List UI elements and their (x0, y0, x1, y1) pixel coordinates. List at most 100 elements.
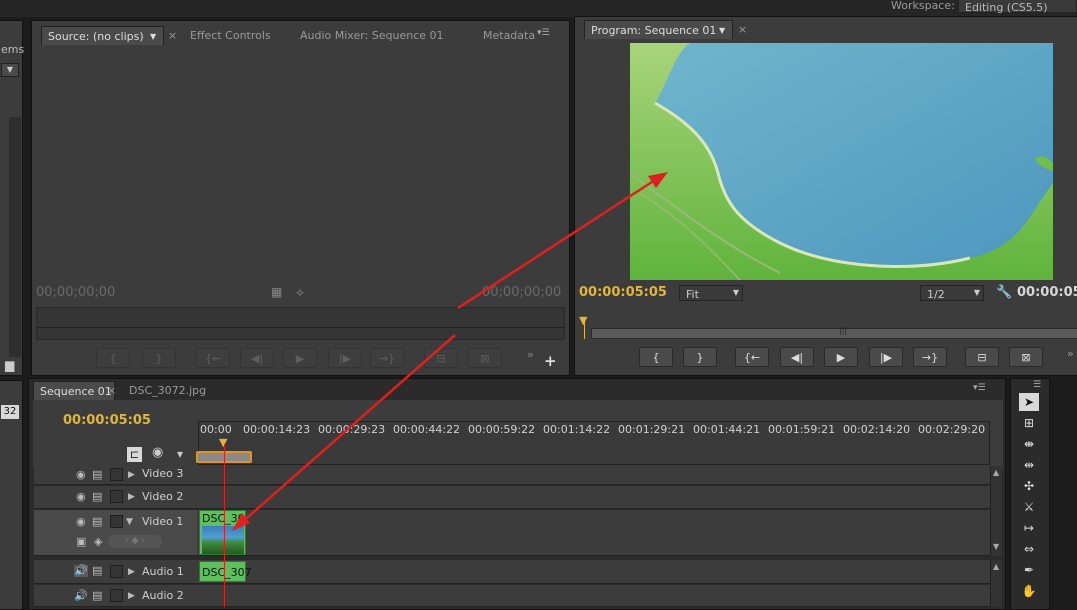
program-tab-dropdown-icon[interactable]: ▼ (719, 21, 725, 40)
program-scrub-bar[interactable] (591, 328, 1077, 339)
timeline-panel-menu-icon[interactable]: ▾☰ (973, 383, 986, 393)
selection-tool-icon[interactable]: ➤ (1019, 393, 1039, 411)
slip-tool-icon[interactable]: ↦ (1019, 519, 1039, 537)
lift-button[interactable]: ⊟ (965, 347, 999, 367)
extract-button[interactable]: ⊠ (1009, 347, 1043, 367)
keyframe-icon[interactable]: ◈ (94, 536, 102, 548)
expand-track-icon[interactable]: ▶ (128, 590, 135, 602)
close-sequence-tab-icon[interactable]: × (107, 384, 116, 397)
more-buttons-icon[interactable]: » (527, 348, 534, 361)
source-timecode-in[interactable]: 00;00;00;00 (36, 285, 115, 301)
tab-sequence-01[interactable]: Sequence 01 (33, 381, 115, 400)
audio-tracks-scrollbar[interactable]: ▲ (990, 560, 1002, 607)
program-mark-out-button[interactable]: } (683, 347, 717, 367)
scroll-up-icon[interactable]: ▲ (993, 562, 999, 571)
go-to-out-button[interactable]: →} (370, 348, 404, 368)
tab-metadata[interactable]: Metadata (477, 26, 535, 45)
workspace-select[interactable]: Editing (CS5.5) (958, 0, 1077, 14)
expand-track-icon[interactable]: ▶ (128, 566, 135, 578)
source-tab-dropdown-icon[interactable]: ▼ (150, 27, 156, 46)
program-video-frame[interactable] (630, 43, 1053, 280)
filmstrip-icon[interactable]: ▤ (92, 491, 102, 503)
speaker-icon[interactable]: 🔊 (74, 590, 88, 602)
close-source-tab-icon[interactable]: × (168, 29, 177, 42)
expand-track-icon[interactable]: ▶ (128, 491, 135, 503)
program-step-forward-button[interactable]: |▶ (869, 347, 903, 367)
timeline-timecode[interactable]: 00:00:05:05 (63, 413, 151, 429)
step-back-button[interactable]: ◀| (240, 348, 274, 368)
lock-toggle[interactable] (110, 515, 123, 528)
program-timecode-duration[interactable]: 00:00:05 (1017, 285, 1077, 301)
source-scrub-bar[interactable] (36, 307, 565, 340)
scrub-grip-icon[interactable]: ||| (839, 326, 847, 335)
project-dropdown[interactable]: ▼ (1, 63, 19, 77)
ripple-edit-tool-icon[interactable]: ⇼ (1019, 435, 1039, 453)
video-tracks-scrollbar[interactable]: ▲ ▼ (990, 466, 1002, 556)
marker-add-icon[interactable]: ◉ (152, 445, 163, 460)
mark-in-button[interactable]: { (96, 348, 130, 368)
lock-toggle[interactable] (110, 565, 123, 578)
resolution-select[interactable]: 1/2 ▼ (920, 285, 984, 301)
fit-select[interactable]: Fit ▼ (679, 285, 743, 301)
expand-track-icon[interactable]: ▶ (128, 469, 135, 481)
keyframe-navigator[interactable]: ‹ ◆ › (108, 535, 162, 548)
film-icon[interactable]: ▦ (271, 285, 282, 299)
filmstrip-icon[interactable]: ▤ (92, 565, 102, 577)
program-play-button[interactable]: ▶ (824, 347, 858, 367)
rolling-edit-tool-icon[interactable]: ⇹ (1019, 456, 1039, 474)
eye-icon[interactable]: ◉ (76, 516, 86, 528)
filmstrip-icon[interactable]: ▤ (92, 516, 102, 528)
tab-audio-mixer[interactable]: Audio Mixer: Sequence 01 (294, 26, 444, 45)
filmstrip-icon[interactable]: ▤ (92, 590, 102, 602)
tab-effect-controls[interactable]: Effect Controls (184, 26, 271, 45)
slide-tool-icon[interactable]: ⇔ (1019, 540, 1039, 558)
set-marker-icon[interactable]: ▾ (177, 447, 183, 461)
track-select-tool-icon[interactable]: ⊞ (1019, 414, 1039, 432)
project-scrollbar[interactable] (9, 117, 21, 357)
tab-effect-controls-label: Effect Controls (190, 29, 271, 42)
eye-icon[interactable]: ◉ (76, 469, 86, 481)
source-timecode-duration[interactable]: 00;00;00;00 (482, 285, 561, 301)
speaker-icon[interactable]: 🔊 (74, 565, 88, 577)
eye-icon[interactable]: ◉ (76, 491, 86, 503)
program-mark-in-button[interactable]: { (639, 347, 673, 367)
program-more-buttons-icon[interactable]: » (1067, 347, 1074, 360)
filmstrip-icon[interactable]: ▤ (92, 469, 102, 481)
play-button[interactable]: ▶ (283, 348, 317, 368)
wrench-icon[interactable]: 🔧 (996, 285, 1012, 300)
track-audio-1: 🔊 ▤ ▶ Audio 1 DSC_307 (34, 560, 994, 584)
tab-source[interactable]: Source: (no clips) ▼ (41, 26, 164, 45)
add-button-icon[interactable]: + (544, 352, 557, 370)
audio-clip[interactable]: DSC_307 (199, 561, 252, 582)
hand-tool-icon[interactable]: ✋ (1019, 582, 1039, 600)
insert-button[interactable]: ⊟ (424, 348, 458, 368)
close-program-tab-icon[interactable]: × (738, 23, 747, 36)
collapse-track-icon[interactable]: ▼ (126, 516, 133, 528)
panel-menu-icon[interactable]: ▾☰ (537, 28, 550, 38)
lock-toggle[interactable] (110, 468, 123, 481)
audio-waveform-icon[interactable]: ⟡ (296, 285, 304, 300)
video-clip[interactable]: DSC_30 (199, 510, 246, 555)
program-go-to-in-button[interactable]: {← (735, 347, 769, 367)
mark-out-button[interactable]: } (142, 348, 176, 368)
snap-icon[interactable]: ⊏ (127, 447, 142, 462)
pen-tool-icon[interactable]: ✒ (1019, 561, 1039, 579)
overwrite-button[interactable]: ⊠ (468, 348, 502, 368)
go-to-in-button[interactable]: {← (196, 348, 230, 368)
folder-icon[interactable]: ▆ (5, 358, 14, 372)
display-style-icon[interactable]: ▣ (76, 536, 86, 548)
lock-toggle[interactable] (110, 490, 123, 503)
scroll-up-icon[interactable]: ▲ (993, 468, 999, 477)
project-panel: ems ▼ ▆ (0, 20, 24, 376)
program-step-back-button[interactable]: ◀| (780, 347, 814, 367)
program-timecode[interactable]: 00:00:05:05 (579, 285, 667, 301)
razor-tool-icon[interactable]: ⚔ (1019, 498, 1039, 516)
scroll-down-icon[interactable]: ▼ (993, 542, 999, 551)
tools-panel-menu-icon[interactable]: ☰ (1033, 380, 1041, 390)
lock-toggle[interactable] (110, 589, 123, 602)
rate-stretch-tool-icon[interactable]: ✣ (1019, 477, 1039, 495)
step-forward-button[interactable]: |▶ (328, 348, 362, 368)
tab-dsc-3072[interactable]: DSC_3072.jpg (123, 381, 206, 400)
tab-program[interactable]: Program: Sequence 01 ▼ (584, 20, 733, 39)
program-go-to-out-button[interactable]: →} (913, 347, 947, 367)
